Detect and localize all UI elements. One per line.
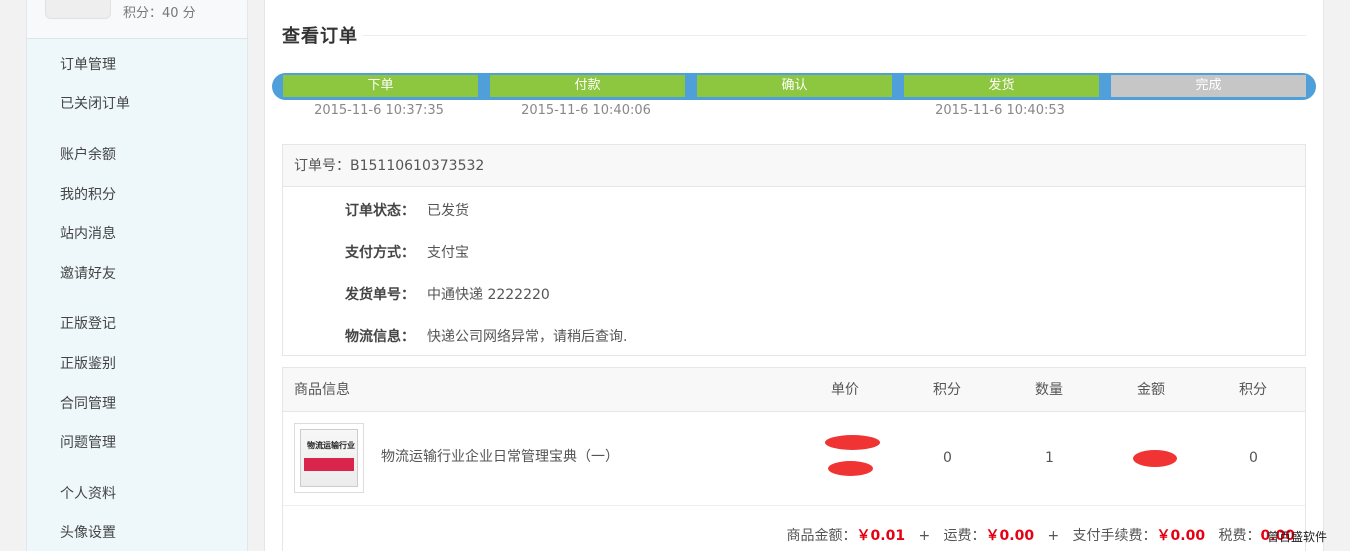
order-status-row: 订单状态： 已发货 [345, 200, 469, 220]
header-points: 积分 [933, 382, 961, 398]
sidebar-item-issues[interactable]: 问题管理 [60, 433, 116, 453]
goods-table-header: 商品信息 单价 积分 数量 金额 积分 [283, 368, 1305, 412]
order-status-value: 已发货 [427, 203, 469, 219]
sidebar-item-avatar-settings[interactable]: 头像设置 [60, 523, 116, 543]
page-title: 查看订单 [282, 26, 358, 47]
header-points-2: 积分 [1239, 382, 1267, 398]
user-points: 积分：40 分 [123, 6, 196, 21]
progress-step-payment: 付款 [490, 75, 685, 97]
shipping-number-label: 发货单号： [345, 287, 415, 303]
user-panel: 积分：40 分 [27, 0, 247, 39]
redacted-unit-price-2 [828, 461, 873, 476]
sidebar-item-profile[interactable]: 个人资料 [60, 484, 116, 504]
order-info-panel: 订单号：B15110610373532 订单状态： 已发货 支付方式： 支付宝 发货… [282, 144, 1306, 356]
freight-value: ￥0.00 [985, 528, 1035, 544]
sidebar-item-my-points[interactable]: 我的积分 [60, 185, 116, 205]
book-cover-title: 物流运输行业 [307, 441, 355, 450]
sidebar-item-order-management[interactable]: 订单管理 [60, 55, 130, 75]
product-points: 0 [943, 450, 952, 466]
redacted-amount [1133, 450, 1177, 467]
progress-step-confirm: 确认 [697, 75, 892, 97]
header-amount: 金额 [1137, 382, 1165, 398]
progress-date-order: 2015-11-6 10:37:35 [314, 103, 444, 118]
sidebar-item-verification[interactable]: 正版鉴别 [60, 354, 116, 374]
order-progress-bar: 下单 付款 确认 发货 完成 [272, 73, 1316, 100]
sidebar-group-account: 账户余额 我的积分 站内消息 邀请好友 [60, 145, 116, 284]
avatar[interactable] [45, 0, 111, 19]
sidebar-group-copyright: 正版登记 正版鉴别 合同管理 问题管理 [60, 314, 116, 453]
sidebar-item-balance[interactable]: 账户余额 [60, 145, 116, 165]
header-quantity: 数量 [1035, 382, 1063, 398]
goods-table: 商品信息 单价 积分 数量 金额 积分 物流运输行业 物流运输行业企业日常管理宝… [282, 367, 1306, 551]
sidebar-item-contracts[interactable]: 合同管理 [60, 394, 116, 414]
header-unit-price: 单价 [831, 382, 859, 398]
shipping-number-row: 发货单号： 中通快递 2222220 [345, 284, 550, 304]
goods-total-label: 商品金额： [786, 528, 857, 544]
goods-row-divider [283, 505, 1305, 506]
main-content: 查看订单 下单 付款 确认 发货 完成 2015-11-6 10:37:35 2… [264, 0, 1324, 551]
product-quantity: 1 [1045, 450, 1054, 466]
payment-method-label: 支付方式： [345, 245, 415, 261]
sidebar-group-orders: 订单管理 已关闭订单 [60, 55, 130, 114]
logistics-label: 物流信息： [345, 329, 415, 345]
sidebar-item-messages[interactable]: 站内消息 [60, 224, 116, 244]
payment-method-row: 支付方式： 支付宝 [345, 242, 469, 262]
header-goods-info: 商品信息 [294, 382, 350, 398]
progress-step-complete: 完成 [1111, 75, 1306, 97]
progress-step-order: 下单 [283, 75, 478, 97]
freight-label: 运费： [943, 528, 986, 544]
sidebar-item-registration[interactable]: 正版登记 [60, 314, 116, 334]
redacted-unit-price-1 [825, 435, 880, 450]
tax-label: 税费： [1218, 528, 1261, 544]
logistics-value: 快递公司网络异常，请稍后查询. [427, 329, 628, 345]
progress-date-payment: 2015-11-6 10:40:06 [521, 103, 651, 118]
product-name[interactable]: 物流运输行业企业日常管理宝典（一） [381, 446, 619, 466]
logistics-row: 物流信息： 快递公司网络异常，请稍后查询. [345, 326, 627, 346]
sidebar-item-invite-friends[interactable]: 邀请好友 [60, 264, 116, 284]
book-cover: 物流运输行业 [300, 429, 358, 487]
goods-total-value: ￥0.01 [856, 528, 906, 544]
payment-fee-value: ￥0.00 [1156, 528, 1206, 544]
book-cover-band [304, 458, 354, 471]
sidebar: 积分：40 分 订单管理 已关闭订单 账户余额 我的积分 站内消息 邀请好友 正… [26, 0, 248, 551]
product-points-2: 0 [1249, 450, 1258, 466]
plus-sign-1: + [918, 528, 931, 544]
payment-fee-label: 支付手续费： [1072, 528, 1157, 544]
order-status-label: 订单状态： [345, 203, 415, 219]
product-image[interactable]: 物流运输行业 [294, 423, 364, 493]
shipping-number-value: 中通快递 2222220 [427, 287, 550, 303]
title-divider [362, 35, 1306, 36]
order-number: 订单号：B15110610373532 [283, 145, 1305, 187]
progress-step-shipped: 发货 [904, 75, 1099, 97]
plus-sign-2: + [1047, 528, 1060, 544]
progress-date-shipped: 2015-11-6 10:40:53 [935, 103, 1065, 118]
sidebar-item-closed-orders[interactable]: 已关闭订单 [60, 94, 130, 114]
watermark: 曾百盛软件 [1267, 530, 1328, 544]
payment-method-value: 支付宝 [427, 245, 469, 261]
order-totals: 商品金额：￥0.01 + 运费：￥0.00 + 支付手续费：￥0.00 税费：0… [787, 525, 1295, 545]
sidebar-group-profile: 个人资料 头像设置 [60, 484, 116, 543]
page: 积分：40 分 订单管理 已关闭订单 账户余额 我的积分 站内消息 邀请好友 正… [0, 0, 1350, 551]
